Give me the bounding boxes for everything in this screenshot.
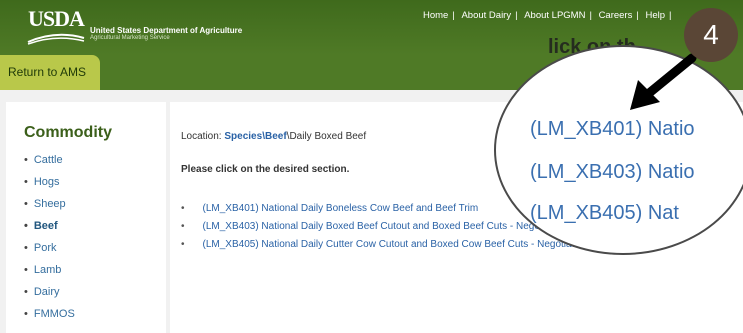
instruction-text: Please click on the desired section.	[181, 164, 350, 175]
return-to-ams-button[interactable]: Return to AMS	[0, 55, 100, 90]
commodity-sidebar: Commodity • Cattle • Hogs • Sheep • Beef • Po…	[6, 102, 166, 333]
sidebar-title: Commodity	[24, 124, 112, 141]
sidebar-item-label: Pork	[33, 242, 57, 254]
breadcrumb-current: Daily Boxed Beef	[289, 131, 367, 142]
sidebar-item-dairy[interactable]: • Dairy	[24, 286, 75, 308]
sidebar-item-hogs[interactable]: • Hogs	[24, 176, 75, 198]
sidebar-item-label: Cattle	[33, 154, 63, 166]
usda-logo-icon[interactable]: USDA	[26, 6, 90, 48]
nav-home[interactable]: Home	[423, 10, 448, 21]
agency-name: United States Department of Agriculture	[90, 26, 243, 35]
bullet: •	[181, 239, 185, 250]
sidebar-item-lamb[interactable]: • Lamb	[24, 264, 75, 286]
nav-separator: |	[669, 10, 672, 21]
nav-help[interactable]: Help	[645, 10, 665, 21]
breadcrumb: Location: Species\Beef\Daily Boxed Beef	[181, 131, 366, 142]
breadcrumb-species[interactable]: Species	[224, 131, 262, 142]
nav-separator: |	[515, 10, 518, 21]
bullet: •	[24, 242, 28, 254]
sidebar-item-beef[interactable]: • Beef	[24, 220, 75, 242]
sidebar-item-label: FMMOS	[33, 308, 75, 320]
bullet: •	[24, 286, 28, 298]
sidebar-item-label: Lamb	[33, 264, 62, 276]
usda-swoosh-graphic	[27, 33, 85, 45]
zoom-callout: (LM_XB401) Natio (LM_XB403) Natio (LM_XB…	[494, 45, 743, 255]
step-number-badge: 4	[684, 8, 738, 62]
sidebar-item-sheep[interactable]: • Sheep	[24, 198, 75, 220]
nav-careers[interactable]: Careers	[599, 10, 633, 21]
sidebar-item-pork[interactable]: • Pork	[24, 242, 75, 264]
nav-separator: |	[636, 10, 639, 21]
bullet: •	[24, 308, 28, 320]
agency-subtitle: Agricultural Marketing Service	[90, 35, 170, 41]
black-arrow-icon	[630, 53, 697, 110]
zoom-link-xb405: (LM_XB405) Nat	[530, 202, 679, 224]
sidebar-item-label: Beef	[33, 220, 58, 232]
sidebar-item-fmmos[interactable]: • FMMOS	[24, 308, 75, 330]
zoom-link-xb403: (LM_XB403) Natio	[530, 161, 695, 183]
sidebar-item-label: Hogs	[33, 176, 60, 188]
bullet: •	[24, 264, 28, 276]
bullet: •	[181, 203, 185, 214]
nav-about-lpgmn[interactable]: About LPGMN	[524, 10, 585, 21]
bullet: •	[24, 220, 28, 232]
sidebar-item-label: Dairy	[33, 286, 60, 298]
zoom-link-xb401: (LM_XB401) Natio	[530, 118, 695, 140]
sidebar-item-label: Sheep	[33, 198, 66, 210]
sidebar-item-cattle[interactable]: • Cattle	[24, 154, 75, 176]
nav-separator: |	[589, 10, 592, 21]
bullet: •	[24, 198, 28, 210]
location-label: Location:	[181, 131, 222, 142]
bullet: •	[24, 176, 28, 188]
nav-about-dairy[interactable]: About Dairy	[461, 10, 511, 21]
bullet: •	[181, 221, 185, 232]
top-navigation: Home | About Dairy | About LPGMN | Careers |…	[420, 10, 672, 21]
usda-logo-text: USDA	[28, 6, 85, 31]
bullet: •	[24, 154, 28, 166]
breadcrumb-beef[interactable]: Beef	[265, 131, 287, 142]
report-link-label: (LM_XB401) National Daily Boneless Cow B…	[202, 203, 479, 214]
commodity-list: • Cattle • Hogs • Sheep • Beef • Pork • Lamb •…	[24, 154, 75, 330]
nav-separator: |	[452, 10, 455, 21]
